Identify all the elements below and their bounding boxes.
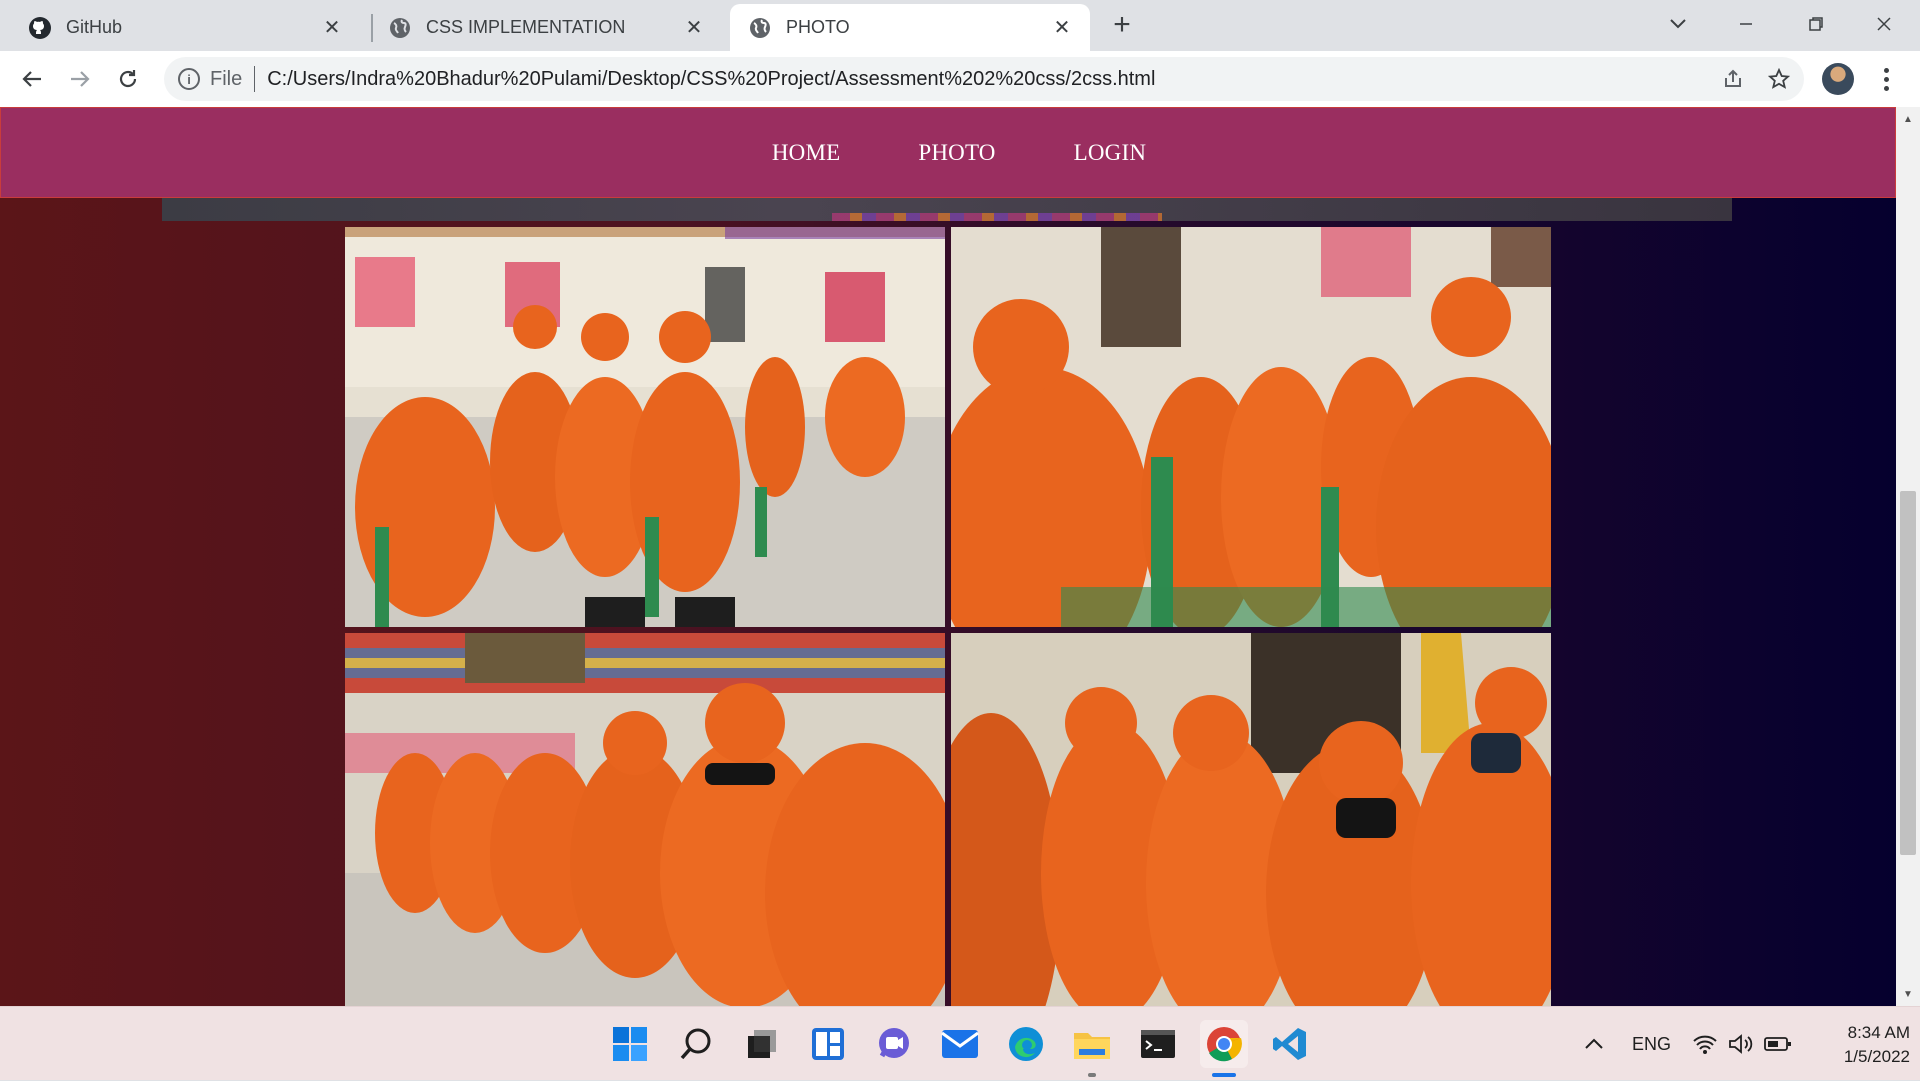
tab-search-chevron-icon[interactable] xyxy=(1660,6,1696,42)
gallery-photo[interactable] xyxy=(345,633,945,1006)
terminal-icon[interactable] xyxy=(1134,1020,1182,1068)
divider xyxy=(254,66,256,92)
input-language[interactable]: ENG xyxy=(1632,1007,1671,1081)
edge-icon[interactable] xyxy=(1002,1020,1050,1068)
close-icon[interactable]: ✕ xyxy=(1048,14,1076,42)
site-navbar: HOME PHOTO LOGIN xyxy=(0,107,1896,198)
scrollbar-thumb[interactable] xyxy=(1900,491,1916,855)
close-icon[interactable]: ✕ xyxy=(680,14,708,42)
search-icon[interactable] xyxy=(672,1020,720,1068)
scheme-label: File xyxy=(210,67,243,90)
clock-time: 8:34 AM xyxy=(1847,1023,1910,1042)
task-view-icon[interactable] xyxy=(738,1020,786,1068)
tab-photo[interactable]: PHOTO ✕ xyxy=(730,4,1090,51)
globe-icon xyxy=(748,16,772,40)
globe-icon xyxy=(388,16,412,40)
tab-title: GitHub xyxy=(66,17,123,37)
browser-toolbar: i File C:/Users/Indra%20Bhadur%20Pulami/… xyxy=(0,51,1920,107)
minimize-button[interactable] xyxy=(1728,6,1764,42)
volume-icon[interactable] xyxy=(1728,1007,1754,1081)
battery-icon[interactable] xyxy=(1764,1007,1792,1081)
file-explorer-icon[interactable] xyxy=(1068,1020,1116,1068)
forward-button[interactable] xyxy=(62,61,98,97)
restore-button[interactable] xyxy=(1798,6,1834,42)
scroll-down-arrow-icon[interactable]: ▼ xyxy=(1896,984,1920,1004)
bookmark-star-icon[interactable] xyxy=(1766,66,1792,92)
chrome-icon[interactable] xyxy=(1200,1020,1248,1068)
page-scrollbar[interactable]: ▲ ▼ xyxy=(1896,107,1920,1006)
close-window-button[interactable] xyxy=(1866,6,1902,42)
nav-link-login[interactable]: LOGIN xyxy=(1074,140,1147,166)
tab-title: PHOTO xyxy=(786,17,850,37)
info-icon[interactable]: i xyxy=(178,68,200,90)
share-icon[interactable] xyxy=(1720,66,1746,92)
start-icon[interactable] xyxy=(606,1020,654,1068)
windows-taskbar: ENG 8:34 AM 1/5/2022 xyxy=(0,1006,1920,1080)
widgets-icon[interactable] xyxy=(804,1020,852,1068)
system-clock[interactable]: 8:34 AM 1/5/2022 xyxy=(1800,1021,1910,1069)
gallery-photo[interactable] xyxy=(951,633,1551,1006)
github-icon xyxy=(28,16,52,40)
vscode-icon[interactable] xyxy=(1266,1020,1314,1068)
wifi-icon[interactable] xyxy=(1692,1007,1718,1081)
more-menu-icon[interactable] xyxy=(1874,63,1898,95)
tab-title: CSS IMPLEMENTATION xyxy=(426,17,626,37)
page-viewport: HOME PHOTO LOGIN xyxy=(0,107,1896,1006)
tab-css-implementation[interactable]: CSS IMPLEMENTATION ✕ xyxy=(362,4,722,51)
chat-icon[interactable] xyxy=(870,1020,918,1068)
clock-date: 1/5/2022 xyxy=(1843,1047,1910,1066)
running-indicator xyxy=(1088,1073,1096,1077)
close-icon[interactable]: ✕ xyxy=(318,14,346,42)
back-button[interactable] xyxy=(14,61,50,97)
url-text[interactable]: C:/Users/Indra%20Bhadur%20Pulami/Desktop… xyxy=(267,68,1155,91)
address-bar[interactable]: i File C:/Users/Indra%20Bhadur%20Pulami/… xyxy=(164,57,1804,101)
nav-link-photo[interactable]: PHOTO xyxy=(918,140,995,166)
new-tab-button[interactable]: + xyxy=(1106,10,1138,42)
active-app-indicator xyxy=(1212,1073,1236,1077)
tab-github[interactable]: GitHub ✕ xyxy=(0,4,360,51)
gallery-photo[interactable] xyxy=(345,227,945,627)
reload-button[interactable] xyxy=(110,61,146,97)
tab-strip: GitHub ✕ CSS IMPLEMENTATION ✕ PHOTO ✕ + xyxy=(0,0,1920,51)
gallery-photo[interactable] xyxy=(951,227,1551,627)
tray-overflow-chevron-icon[interactable] xyxy=(1584,1007,1614,1081)
nav-link-home[interactable]: HOME xyxy=(772,140,841,166)
scroll-up-arrow-icon[interactable]: ▲ xyxy=(1896,109,1920,129)
mail-icon[interactable] xyxy=(936,1020,984,1068)
profile-avatar[interactable] xyxy=(1822,63,1854,95)
